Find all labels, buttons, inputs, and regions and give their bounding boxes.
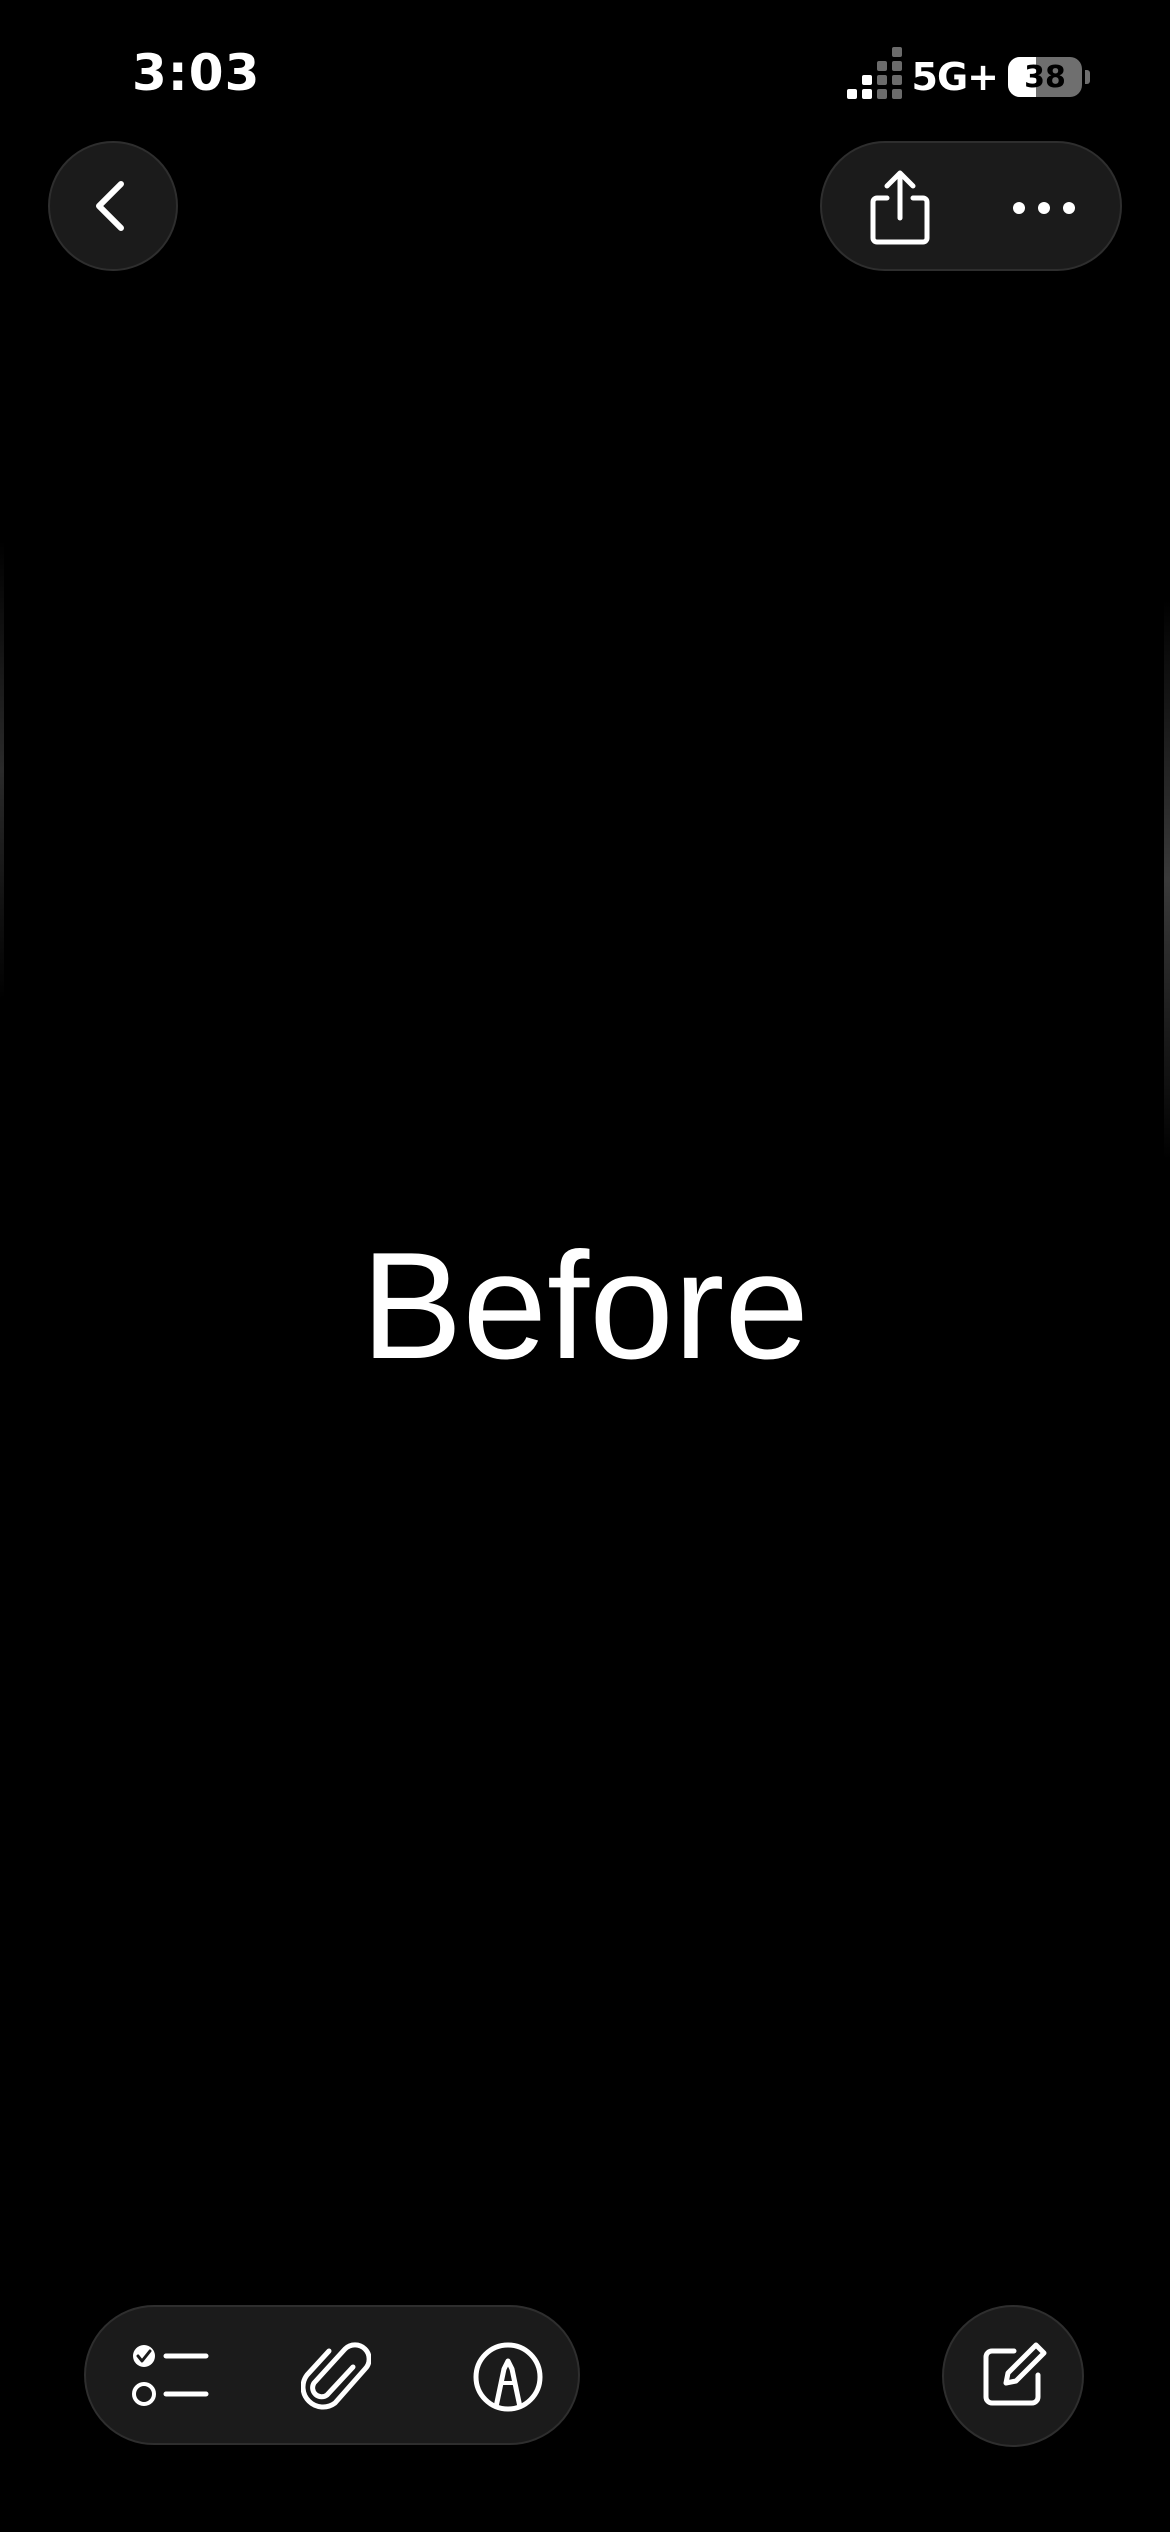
top-actions-group [820,141,1122,271]
status-time: 3:03 [132,44,261,102]
paperclip-icon [301,2342,371,2410]
back-button[interactable] [48,141,178,271]
battery-icon: 38 [1008,57,1082,97]
cellular-signal-icon [846,47,902,99]
status-indicators: 5G+ 38 [846,47,1090,102]
share-icon [870,170,930,245]
markup-pen-icon [473,2342,543,2412]
checklist-button[interactable] [122,2327,222,2427]
bottom-toolbar [84,2305,580,2445]
more-button[interactable] [994,158,1094,258]
chevron-left-icon [96,181,124,231]
note-body[interactable]: Before [0,1230,1170,1382]
attachment-button[interactable] [286,2327,386,2427]
share-button[interactable] [850,158,950,258]
markup-button[interactable] [458,2327,558,2427]
compose-button[interactable] [942,2305,1084,2447]
checklist-icon [132,2345,209,2406]
compose-icon [983,2342,1047,2406]
ellipsis-icon [1013,202,1075,214]
right-edge-highlight [1164,600,1170,1160]
network-type: 5G+ [911,55,999,99]
note-text[interactable]: Before [0,1230,1170,1382]
battery-percent: 38 [1024,59,1066,95]
left-edge-highlight [0,540,4,1000]
battery-terminal [1085,70,1090,84]
